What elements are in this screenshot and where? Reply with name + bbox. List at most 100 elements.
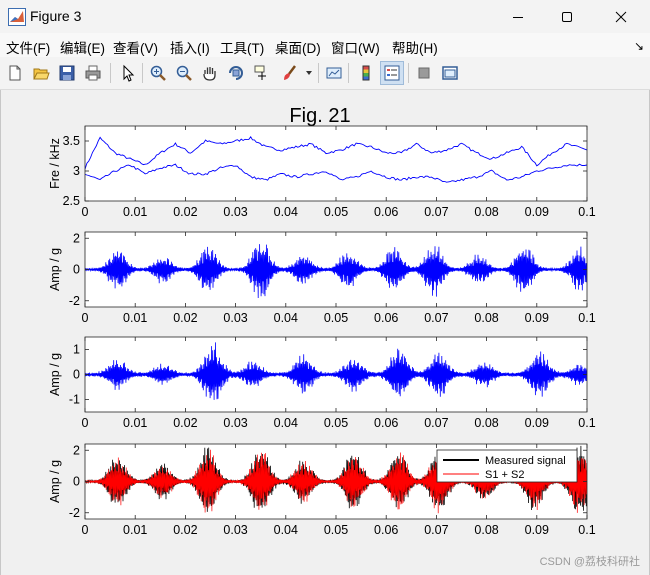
menu-insert[interactable]: 插入(I) [170,37,210,57]
brush-icon [284,65,296,80]
close-button[interactable] [597,0,645,33]
y-tick-label: 1 [73,343,80,357]
x-tick-label: 0 [82,205,89,219]
x-tick-label: 0.02 [173,205,197,219]
x-tick-label: 0.03 [223,205,247,219]
rotate-3d-icon [229,66,243,80]
data-cursor-button[interactable] [250,61,274,85]
toolbar-separator [110,63,111,83]
x-tick-label: 0.07 [424,205,448,219]
maximize-icon [562,11,572,22]
toolbar-separator [348,63,349,83]
show-plot-tools-icon [442,66,458,80]
menu-window[interactable]: 窗口(W) [331,37,380,57]
x-tick-label: 0.08 [474,416,498,430]
y-tick-label: 0 [73,263,80,277]
y-axis-label: Fre / kHz [48,138,62,189]
dock-arrow-icon[interactable]: ↘ [634,39,644,53]
data-cursor-icon [254,65,266,80]
figure-canvas[interactable]: Fig. 21 0 0.01 0.02 0.03 0.04 0.05 0.06 0.07 0.0… [4,90,646,570]
x-tick-label: 0.09 [525,205,549,219]
axes-2: 0 0.01 0.02 0.03 0.04 0.05 0.06 0.07 0.08 0.09 0.1… [48,231,596,325]
x-tick-label: 0.02 [173,416,197,430]
brush-dropdown-button[interactable] [303,61,315,85]
rotate-3d-button[interactable] [224,61,248,85]
x-tick-label: 0.1 [578,311,595,325]
menu-tools[interactable]: 工具(T) [220,37,264,57]
x-tick-label: 0.03 [223,416,247,430]
legend: Measured signal S1 + S2 [436,449,578,483]
x-tick-label: 0.04 [274,205,298,219]
save-button[interactable] [55,61,79,85]
x-tick-label: 0 [82,311,89,325]
title-bar: Figure 3 [0,0,650,33]
x-tick-label: 0.04 [274,416,298,430]
plot-background [85,126,587,201]
menu-desktop[interactable]: 桌面(D) [275,37,321,57]
y-tick-label: 2.5 [63,194,80,208]
y-tick-label: -2 [69,294,80,308]
show-plot-tools-button[interactable] [438,61,462,85]
hide-plot-tools-button[interactable] [412,61,436,85]
x-tick-label: 0.1 [578,523,595,537]
close-icon [615,11,627,22]
print-icon [85,65,101,81]
zoom-out-button[interactable] [172,61,196,85]
menu-file[interactable]: 文件(F) [6,37,50,57]
brush-dropdown-icon [306,71,312,75]
menu-view[interactable]: 查看(V) [113,37,158,57]
x-tick-label: 0.08 [474,205,498,219]
x-tick-label: 0.02 [173,523,197,537]
legend-icon [384,65,400,81]
save-icon [59,65,75,81]
window-title: Figure 3 [30,8,82,24]
y-tick-label: 0 [73,368,80,382]
link-plot-button[interactable] [322,61,346,85]
legend-button[interactable] [380,61,404,85]
matlab-logo-icon [8,8,26,26]
open-file-button[interactable] [29,61,53,85]
x-tick-label: 0.03 [223,311,247,325]
x-tick-label: 0.1 [578,416,595,430]
zoom-in-button[interactable] [146,61,170,85]
x-tick-label: 0.07 [424,416,448,430]
pan-button[interactable] [198,61,222,85]
x-tick-label: 0.07 [424,523,448,537]
menu-bar: 文件(F) 编辑(E) 查看(V) 插入(I) 工具(T) 桌面(D) 窗口(W… [0,33,650,57]
watermark: CSDN @荔枝科研社 [539,556,640,568]
x-tick-label: 0.01 [123,311,147,325]
zoom-out-icon [176,65,192,81]
x-tick-label: 0.03 [223,523,247,537]
hide-plot-tools-icon [418,67,430,79]
colorbar-icon [362,65,370,81]
y-tick-label: 3 [73,164,80,178]
y-tick-label: 2 [73,443,80,457]
x-tick-label: 0.06 [374,523,398,537]
menu-edit[interactable]: 编辑(E) [60,37,105,57]
maximize-button[interactable] [543,0,591,33]
figure-plot: Fig. 21 0 0.01 0.02 0.03 0.04 0.05 0.06 0.07 0.0… [48,105,596,537]
print-button[interactable] [81,61,105,85]
y-axis-label: Amp / g [48,353,62,396]
y-tick-label: 2 [73,231,80,245]
x-tick-label: 0.04 [274,311,298,325]
x-tick-label: 0.01 [123,523,147,537]
x-tick-label: 0.06 [374,205,398,219]
brush-button[interactable] [278,61,302,85]
axes-3: 0 0.01 0.02 0.03 0.04 0.05 0.06 0.07 0.08 0.09 0.1… [48,336,596,430]
colorbar-button[interactable] [354,61,378,85]
y-tick-label: -2 [69,506,80,520]
legend-label: Measured signal [485,455,566,467]
new-figure-icon [9,65,21,81]
y-tick-label: -1 [69,393,80,407]
new-figure-button[interactable] [3,61,27,85]
x-tick-label: 0 [82,523,89,537]
pointer-icon [123,64,135,82]
figure-title: Fig. 21 [289,105,350,127]
zoom-in-icon [150,65,166,81]
pointer-button[interactable] [116,61,140,85]
y-tick-label: 0 [73,475,80,489]
menu-help[interactable]: 帮助(H) [392,37,438,57]
minimize-button[interactable] [494,0,542,33]
x-tick-label: 0.04 [274,523,298,537]
